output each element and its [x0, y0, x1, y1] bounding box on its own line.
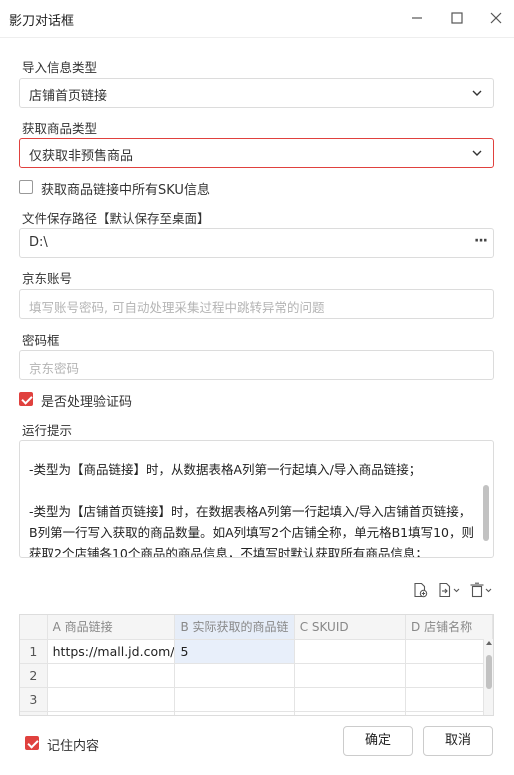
table-cell[interactable] [294, 711, 407, 715]
window-title: 影刀对话框 [9, 14, 75, 29]
column-header[interactable]: D 店铺名称 [405, 615, 493, 640]
table-row: 3 [20, 687, 493, 712]
chevron-down-icon [472, 150, 482, 156]
hint-line-2: -类型为【店铺首页链接】时，在数据表格A列第一行起填入/导入店铺首页链接，B列第… [29, 504, 475, 558]
import-type-value: 店铺首页链接 [29, 89, 108, 104]
goods-type-label: 获取商品类型 [22, 121, 98, 136]
password-input[interactable]: 京东密码 [19, 350, 494, 380]
column-header[interactable]: B 实际获取的商品链 [174, 615, 295, 640]
delete-icon[interactable] [469, 582, 495, 598]
table-cell[interactable] [47, 687, 176, 712]
sku-checkbox-row[interactable]: 获取商品链接中所有SKU信息 [19, 179, 279, 198]
import-icon[interactable] [437, 582, 463, 598]
maximize-icon[interactable] [444, 7, 470, 31]
browse-icon[interactable]: ··· [474, 233, 488, 249]
row-number[interactable] [20, 711, 48, 715]
row-number[interactable]: 2 [20, 663, 48, 688]
ok-button[interactable]: 确定 [343, 726, 413, 756]
jd-account-input[interactable]: 填写账号密码, 可自动处理采集过程中跳转异常的问题 [19, 289, 494, 319]
table-row [20, 711, 493, 715]
table-cell[interactable] [294, 663, 407, 688]
column-header[interactable]: A 商品链接 [47, 615, 176, 640]
table-cell[interactable] [47, 711, 176, 715]
table-cell[interactable] [405, 687, 493, 712]
table-row: 1 https://mall.jd.com/ 5 [20, 639, 493, 664]
minimize-icon[interactable] [404, 7, 430, 31]
data-table[interactable]: A 商品链接 B 实际获取的商品链 C SKUID D 店铺名称 1 https… [19, 614, 494, 716]
hint-scrollbar[interactable] [483, 485, 489, 541]
cancel-button[interactable]: 取消 [423, 726, 493, 756]
password-placeholder: 京东密码 [29, 361, 80, 376]
title-bar: 影刀对话框 [0, 0, 514, 38]
table-cell[interactable] [47, 663, 176, 688]
table-cell[interactable] [174, 711, 295, 715]
sku-checkbox[interactable] [19, 180, 33, 194]
jd-account-label: 京东账号 [22, 271, 73, 286]
chevron-down-icon [472, 90, 482, 96]
table-scrollbar[interactable] [483, 639, 493, 715]
add-file-icon[interactable] [412, 582, 428, 598]
table-cell[interactable] [174, 687, 295, 712]
save-path-value: D:\ [29, 235, 48, 250]
save-path-label: 文件保存路径【默认保存至桌面】 [22, 211, 210, 226]
remember-checkbox[interactable] [25, 736, 39, 750]
table-scroll-thumb[interactable] [486, 655, 492, 689]
save-path-input[interactable]: D:\ ··· [19, 228, 494, 258]
sku-checkbox-label: 获取商品链接中所有SKU信息 [41, 183, 210, 198]
table-cell[interactable]: https://mall.jd.com/ [47, 639, 176, 664]
captcha-checkbox-row[interactable]: 是否处理验证码 [19, 391, 179, 410]
table-cell[interactable] [405, 639, 493, 664]
table-cell[interactable] [405, 663, 493, 688]
password-label: 密码框 [22, 333, 60, 348]
hint-line-1: -类型为【商品链接】时，从数据表格A列第一行起填入/导入商品链接； [29, 462, 422, 477]
column-header[interactable]: C SKUID [294, 615, 407, 640]
remember-checkbox-label: 记住内容 [47, 739, 100, 754]
scroll-up-icon[interactable] [486, 641, 492, 645]
table-row: 2 [20, 663, 493, 688]
table-cell[interactable] [405, 711, 493, 715]
close-icon[interactable] [483, 7, 509, 31]
remember-checkbox-row[interactable]: 记住内容 [25, 735, 125, 754]
table-cell[interactable]: 5 [174, 639, 295, 664]
goods-type-value: 仅获取非预售商品 [29, 149, 134, 164]
row-number[interactable]: 1 [20, 639, 48, 664]
captcha-checkbox-label: 是否处理验证码 [41, 395, 133, 410]
import-type-label: 导入信息类型 [22, 60, 98, 75]
hint-label: 运行提示 [22, 423, 73, 438]
table-corner [20, 615, 48, 640]
table-cell[interactable] [174, 663, 295, 688]
import-type-select[interactable]: 店铺首页链接 [19, 78, 494, 108]
hint-textarea[interactable]: -类型为【商品链接】时，从数据表格A列第一行起填入/导入商品链接； -类型为【店… [19, 440, 494, 558]
table-cell[interactable] [294, 639, 407, 664]
table-cell[interactable] [294, 687, 407, 712]
goods-type-select[interactable]: 仅获取非预售商品 [19, 138, 494, 168]
row-number[interactable]: 3 [20, 687, 48, 712]
captcha-checkbox[interactable] [19, 392, 33, 406]
jd-account-placeholder: 填写账号密码, 可自动处理采集过程中跳转异常的问题 [29, 300, 325, 315]
